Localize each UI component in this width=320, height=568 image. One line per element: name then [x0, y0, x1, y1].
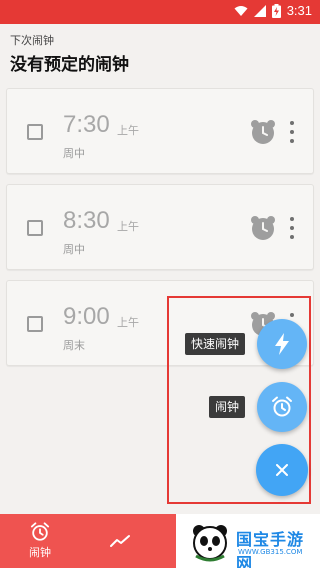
watermark-brand: 国宝手游网: [236, 530, 305, 568]
bottom-nav: 闹钟: [0, 514, 176, 568]
signal-icon: [253, 4, 266, 17]
panda-logo-icon: [193, 525, 227, 562]
alarm-clock-icon: [30, 522, 50, 541]
alarm-days: 周中: [63, 243, 85, 256]
more-options-icon[interactable]: [287, 121, 297, 143]
alarm-time: 7:30: [63, 111, 110, 138]
status-bar: 3:31: [0, 0, 320, 24]
more-options-icon[interactable]: [287, 217, 297, 239]
alarm-ampm: 上午: [117, 124, 139, 137]
status-time: 3:31: [286, 3, 312, 18]
alarm-time: 9:00: [63, 303, 110, 330]
tab-alarm-label: 闹钟: [29, 546, 51, 559]
next-alarm-subtitle: 下次闹钟: [10, 34, 54, 47]
next-alarm-header: 下次闹钟 没有预定的闹钟: [0, 24, 320, 86]
bear-clock-icon[interactable]: [250, 215, 276, 241]
alarm-days: 周末: [63, 339, 85, 352]
alarm-enable-checkbox[interactable]: [27, 220, 43, 236]
alarm-ampm: 上午: [117, 220, 139, 233]
quick-alarm-label: 快速闹钟: [185, 333, 246, 355]
quick-alarm-button[interactable]: [257, 319, 307, 369]
battery-charging-icon: [271, 3, 281, 18]
wifi-icon: [234, 5, 248, 16]
tab-stats[interactable]: [96, 514, 144, 568]
status-icons: 3:31: [234, 3, 312, 18]
alarm-label: 闹钟: [209, 396, 246, 418]
watermark-url: WWW.GB315.COM: [238, 548, 303, 556]
alarm-card[interactable]: 8:30 上午 周中: [6, 184, 314, 270]
alarm-card[interactable]: 7:30 上午 周中: [6, 88, 314, 174]
close-menu-button[interactable]: [256, 444, 308, 496]
alarm-enable-checkbox[interactable]: [27, 316, 43, 332]
bear-clock-icon[interactable]: [250, 119, 276, 145]
alarm-days: 周中: [63, 147, 85, 160]
alarm-enable-checkbox[interactable]: [27, 124, 43, 140]
watermark: 国宝手游网 WWW.GB315.COM: [190, 520, 314, 568]
alarm-ampm: 上午: [117, 316, 139, 329]
lightning-icon: [275, 333, 289, 355]
alarm-clock-icon: [272, 396, 292, 417]
trend-chart-icon: [110, 535, 130, 547]
next-alarm-title: 没有预定的闹钟: [10, 55, 129, 75]
alarm-time: 8:30: [63, 207, 110, 234]
close-icon: [276, 464, 288, 476]
tab-alarm[interactable]: 闹钟: [16, 514, 64, 568]
new-alarm-button[interactable]: [257, 382, 307, 432]
